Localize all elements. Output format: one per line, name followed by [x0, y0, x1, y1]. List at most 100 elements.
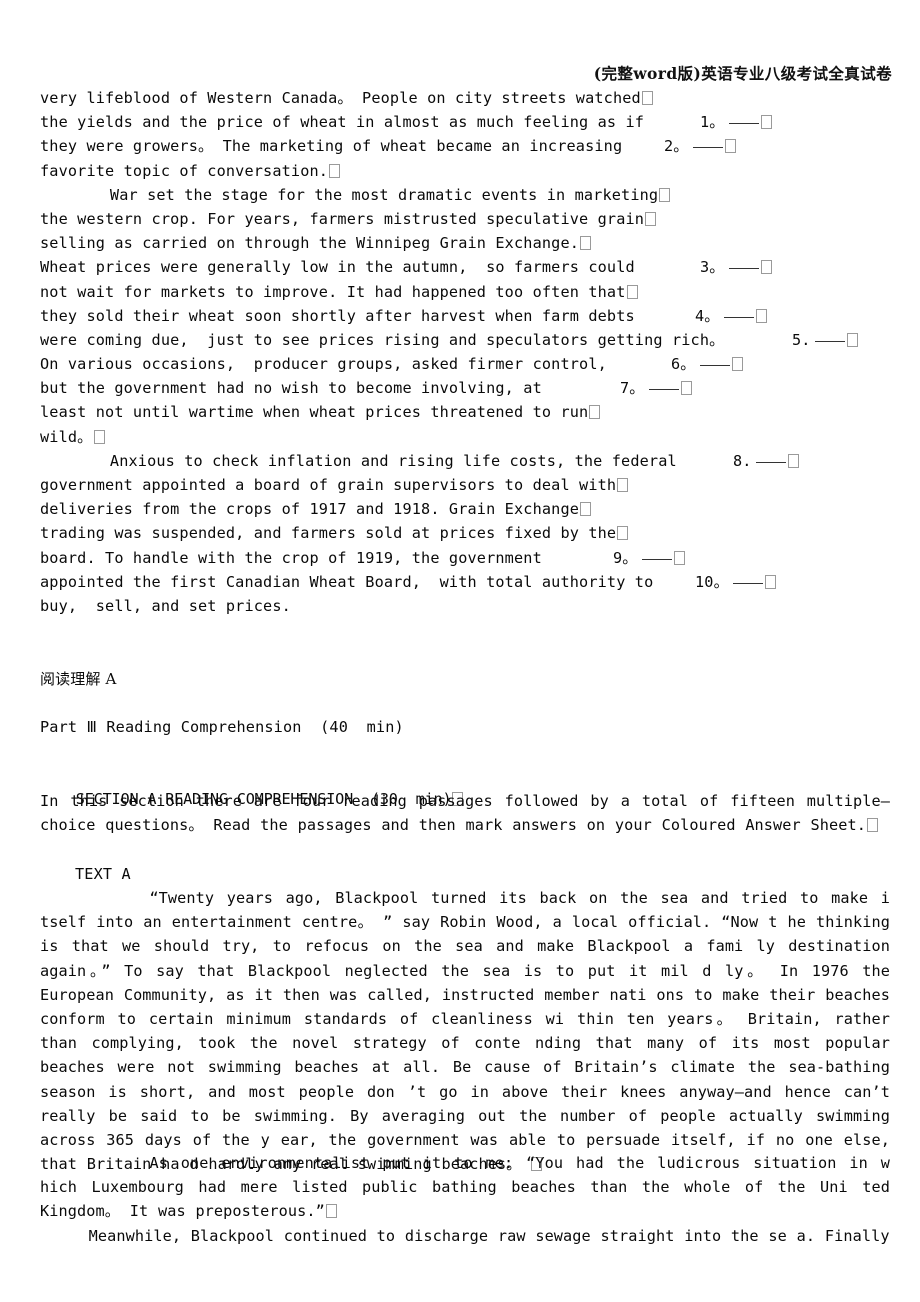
answer-blank-rule[interactable] [755, 461, 786, 463]
answer-blank-number: 10。 [695, 572, 729, 591]
form-mark-icon [626, 284, 638, 299]
answer-blank-number: 1。 [700, 113, 725, 132]
text-a-label: TEXT A [75, 865, 131, 883]
proofreading-line-text: they were growers。 The marketing of whea… [40, 137, 623, 156]
form-mark-icon [325, 1204, 337, 1219]
answer-blank-number: 9。 [613, 548, 638, 567]
proofreading-line: appointed the first Canadian Wheat Board… [40, 570, 890, 594]
proofreading-line-text: they sold their wheat soon shortly after… [40, 306, 635, 325]
proofreading-line: the western crop. For years, farmers mis… [40, 207, 890, 231]
answer-blank-marker[interactable]: 4。 [695, 304, 767, 328]
proofreading-line-text: very lifeblood of Western Canada。 People… [40, 89, 641, 107]
proofreading-line: On various occasions, producer groups, a… [40, 352, 890, 376]
proofreading-line: wild。 [40, 425, 890, 449]
form-mark-icon [731, 357, 743, 372]
section-a-instructions-text: In this section there are four reading p… [40, 792, 890, 835]
proofreading-line: board. To handle with the crop of 1919, … [40, 546, 890, 570]
form-mark-icon [755, 308, 767, 323]
answer-blank-marker[interactable]: 8. [733, 449, 799, 473]
answer-blank-rule[interactable] [728, 268, 759, 270]
proofreading-line-text: government appointed a board of grain su… [40, 476, 617, 494]
proofreading-line-text: the western crop. For years, farmers mis… [40, 209, 645, 228]
form-mark-icon [645, 211, 657, 226]
proofreading-block: very lifeblood of Western Canada。 People… [40, 86, 890, 618]
proofreading-line-text: Wheat prices were generally low in the a… [40, 258, 635, 277]
text-a-paragraph-3: Meanwhile, Blackpool continued to discha… [40, 1224, 890, 1248]
answer-blank-number: 5. [792, 330, 811, 349]
proofreading-line-text: wild。 [40, 427, 93, 446]
answer-blank-number: 3。 [700, 258, 725, 277]
answer-blank-rule[interactable] [728, 123, 759, 125]
proofreading-line: but the government had no wish to become… [40, 376, 890, 400]
answer-blank-rule[interactable] [723, 316, 754, 318]
form-mark-icon [329, 163, 341, 178]
proofreading-line: selling as carried on through the Winnip… [40, 231, 890, 255]
answer-blank-number: 2。 [664, 137, 689, 156]
answer-blank-marker[interactable]: 10。 [695, 570, 776, 594]
form-mark-icon [659, 187, 671, 202]
proofreading-line: buy, sell, and set prices. [40, 594, 890, 618]
reading-comprehension-cn-heading: 阅读理解 A [40, 670, 117, 688]
form-mark-icon [680, 381, 692, 396]
text-a-paragraph-2: As one environmentalist put it to me: “Y… [40, 1151, 890, 1224]
proofreading-line: Wheat prices were generally low in the a… [40, 255, 890, 279]
answer-blank-marker[interactable]: 7。 [620, 376, 692, 400]
proofreading-line-text: board. To handle with the crop of 1919, … [40, 548, 542, 567]
form-mark-icon [580, 236, 592, 251]
proofreading-line: the yields and the price of wheat in alm… [40, 110, 890, 134]
proofreading-line-text: deliveries from the crops of 1917 and 19… [40, 500, 580, 519]
proofreading-line-text: trading was suspended, and farmers sold … [40, 524, 617, 543]
proofreading-line-text: favorite topic of conversation. [40, 161, 329, 180]
form-mark-icon [760, 115, 772, 130]
form-mark-icon [641, 91, 653, 105]
form-mark-icon [724, 139, 736, 154]
form-mark-icon [617, 478, 629, 492]
form-mark-icon [93, 429, 105, 444]
answer-blank-marker[interactable]: 1。 [700, 110, 772, 134]
answer-blank-number: 7。 [620, 379, 645, 398]
answer-blank-rule[interactable] [641, 558, 672, 560]
answer-blank-number: 6。 [671, 355, 696, 374]
answer-blank-number: 8. [733, 451, 752, 470]
section-a-instructions: In this section there are four reading p… [40, 789, 890, 837]
proofreading-line-text: Anxious to check inflation and rising li… [109, 451, 677, 470]
proofreading-line: War set the stage for the most dramatic … [40, 183, 890, 207]
proofreading-line-text: War set the stage for the most dramatic … [109, 185, 659, 204]
form-mark-icon [846, 332, 858, 347]
answer-blank-rule[interactable] [732, 582, 763, 584]
answer-blank-rule[interactable] [699, 365, 730, 367]
proofreading-line-text: buy, sell, and set prices. [40, 596, 291, 615]
answer-blank-marker[interactable]: 9。 [613, 546, 685, 570]
proofreading-line: least not until wartime when wheat price… [40, 400, 890, 424]
text-a-paragraph-1-text: “Twenty years ago, Blackpool turned its … [40, 889, 890, 1174]
proofreading-line-text: On various occasions, producer groups, a… [40, 355, 607, 374]
form-mark-icon [673, 550, 685, 565]
answer-blank-marker[interactable]: 2。 [664, 134, 736, 158]
proofreading-line: very lifeblood of Western Canada。 People… [40, 86, 890, 110]
proofreading-line-text: but the government had no wish to become… [40, 379, 542, 398]
proofreading-line: favorite topic of conversation. [40, 159, 890, 183]
form-mark-icon [866, 818, 878, 833]
part-iii-heading: Part Ⅲ Reading Comprehension (40 min) [40, 718, 404, 736]
answer-blank-marker[interactable]: 6。 [671, 352, 743, 376]
form-mark-icon [580, 502, 592, 517]
proofreading-line: trading was suspended, and farmers sold … [40, 521, 890, 545]
answer-blank-marker[interactable]: 5. [792, 328, 858, 352]
proofreading-line-text: least not until wartime when wheat price… [40, 403, 589, 422]
answer-blank-rule[interactable] [814, 340, 845, 342]
proofreading-line-text: not wait for markets to improve. It had … [40, 282, 626, 301]
proofreading-line: they were growers。 The marketing of whea… [40, 134, 890, 158]
document-page: (完整word版)英语专业八级考试全真试卷 very lifeblood of … [0, 0, 920, 1302]
proofreading-line: Anxious to check inflation and rising li… [40, 449, 890, 473]
proofreading-line: deliveries from the crops of 1917 and 19… [40, 497, 890, 521]
proofreading-line: not wait for markets to improve. It had … [40, 280, 890, 304]
form-mark-icon [787, 453, 799, 468]
answer-blank-rule[interactable] [648, 389, 679, 391]
proofreading-line: were coming due, just to see prices risi… [40, 328, 890, 352]
form-mark-icon [764, 574, 776, 589]
proofreading-line: they sold their wheat soon shortly after… [40, 304, 890, 328]
answer-blank-rule[interactable] [692, 147, 723, 149]
document-watermark-header: (完整word版)英语专业八级考试全真试卷 [593, 64, 892, 83]
answer-blank-marker[interactable]: 3。 [700, 255, 772, 279]
answer-blank-number: 4。 [695, 306, 720, 325]
